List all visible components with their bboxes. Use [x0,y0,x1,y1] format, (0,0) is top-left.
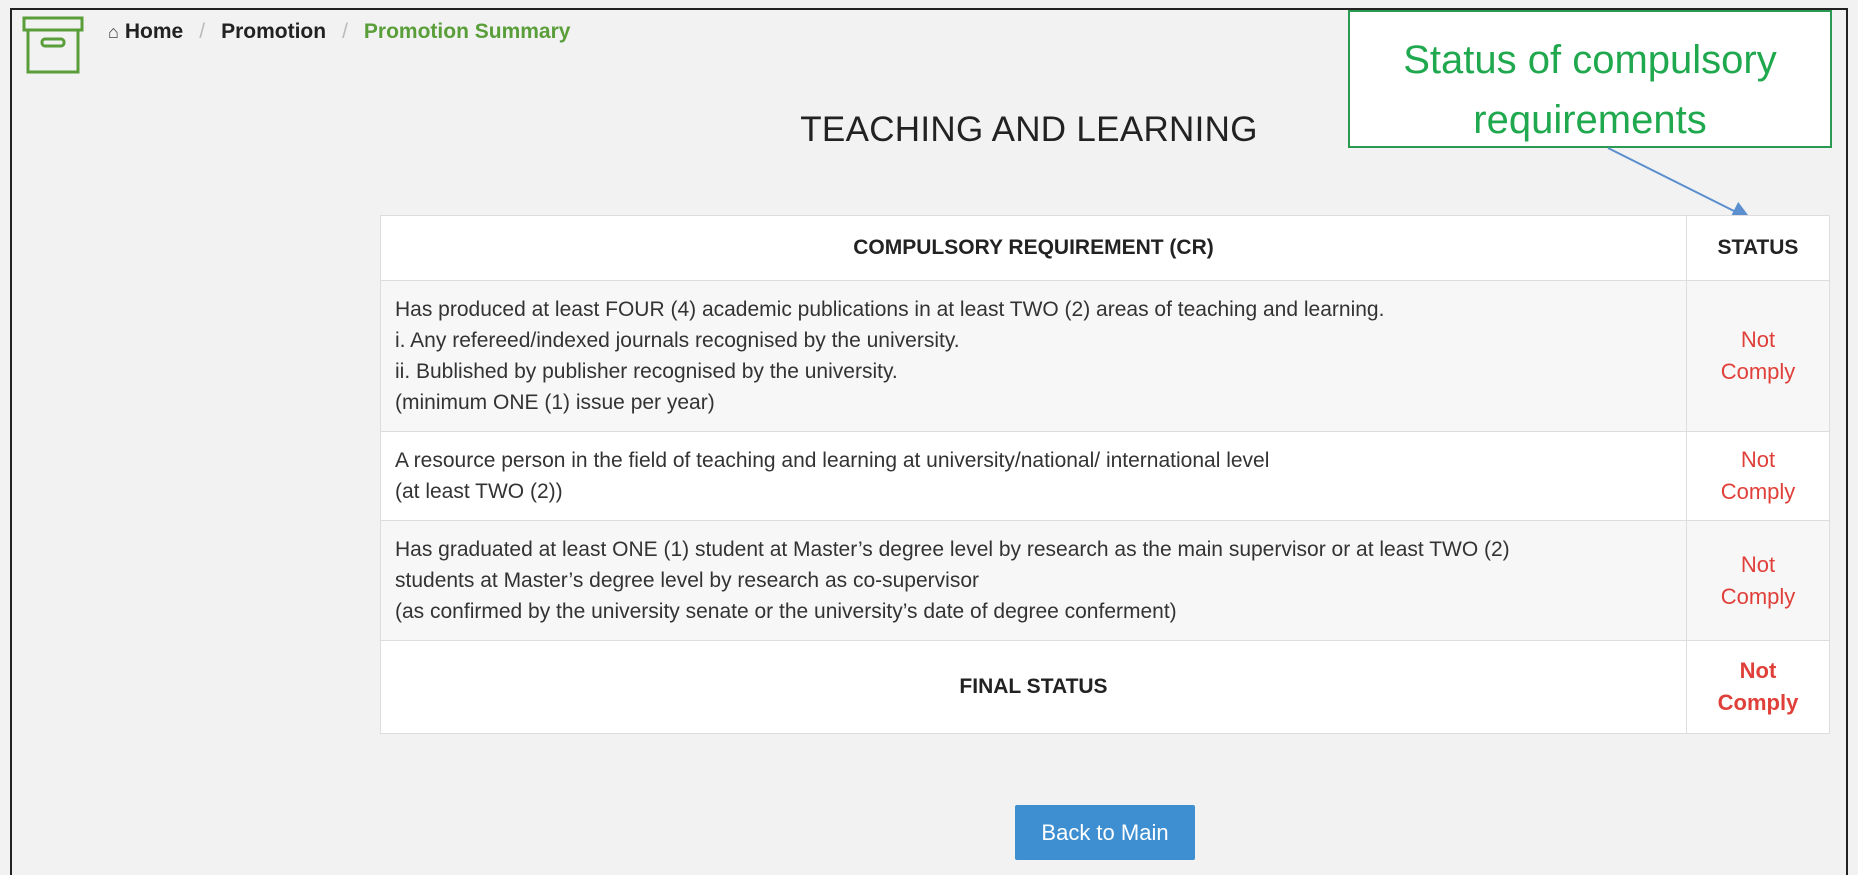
requirement-line: ii. Bublished by publisher recognised by… [395,360,898,383]
table-header-row: COMPULSORY REQUIREMENT (CR) STATUS [380,215,1830,281]
requirement-description: A resource person in the field of teachi… [380,431,1687,521]
breadcrumb-promotion[interactable]: Promotion [221,20,326,44]
callout-line-2: requirements [1473,98,1707,142]
requirement-description: Has produced at least FOUR (4) academic … [380,280,1687,432]
requirement-line: Has produced at least FOUR (4) academic … [395,298,1385,321]
status-text: Comply [1720,359,1796,384]
final-status-label: FINAL STATUS [380,640,1687,734]
breadcrumb-separator: / [199,20,206,43]
status-cell: Not Comply [1686,431,1830,521]
breadcrumb-separator: / [342,20,348,43]
final-status-text: Not [1739,658,1777,683]
requirement-line: (at least TWO (2)) [395,480,563,503]
table-row: Has produced at least FOUR (4) academic … [380,280,1830,432]
back-to-main-button[interactable]: Back to Main [1015,805,1195,860]
requirement-line: students at Master’s degree level by res… [395,569,980,592]
status-cell: Not Comply [1686,280,1830,432]
status-text: Not [1740,551,1776,577]
callout-line-1: Status of compulsory [1403,38,1777,82]
annotation-callout: Status of compulsory requirements [1348,10,1832,148]
status-text: Not [1740,327,1776,352]
archive-box-icon[interactable] [22,16,84,74]
breadcrumb-current: Promotion Summary [363,20,571,43]
requirement-line: i. Any refereed/indexed journals recogni… [395,329,960,352]
header-requirement: COMPULSORY REQUIREMENT (CR) [380,215,1687,281]
final-status-row: FINAL STATUS Not Comply [380,640,1830,734]
status-text: Not [1740,447,1776,472]
home-icon[interactable]: ⌂ [108,22,119,43]
requirement-line: Has graduated at least ONE (1) student a… [395,538,1510,561]
header-status: STATUS [1686,215,1830,281]
table-row: Has graduated at least ONE (1) student a… [380,520,1830,641]
final-status-cell: Not Comply [1686,640,1830,734]
requirement-description: Has graduated at least ONE (1) student a… [380,520,1687,641]
requirement-line: (as confirmed by the university senate o… [395,600,1177,623]
status-text: Comply [1720,583,1796,609]
breadcrumb: ⌂ Home / Promotion / Promotion Summary [108,20,570,44]
table-row: A resource person in the field of teachi… [380,431,1830,521]
breadcrumb-home[interactable]: Home [125,20,183,44]
status-cell: Not Comply [1686,520,1830,641]
status-text: Comply [1720,479,1796,504]
requirements-table: COMPULSORY REQUIREMENT (CR) STATUS Has p… [380,215,1830,734]
requirement-line: A resource person in the field of teachi… [395,449,1270,472]
final-status-text: Comply [1717,690,1799,715]
requirement-line: (minimum ONE (1) issue per year) [395,391,715,414]
